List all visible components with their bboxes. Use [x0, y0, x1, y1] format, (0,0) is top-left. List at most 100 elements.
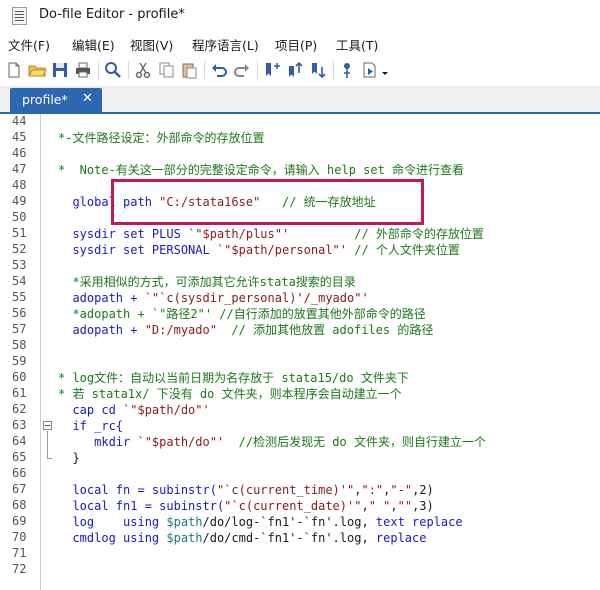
code-line[interactable]: }	[58, 450, 80, 466]
line-number: 63	[12, 418, 27, 432]
code-token: adopath +	[58, 291, 145, 305]
code-token: // 个人文件夹位置	[347, 243, 460, 257]
bookmark-toggle-icon[interactable]	[262, 60, 282, 80]
code-token: " "	[368, 499, 391, 513]
code-token: // 外部命令的存放位置	[289, 227, 484, 241]
toolbar-separator	[333, 61, 334, 79]
code-token: adopath +	[58, 323, 145, 337]
code-token: *adopath + `"路径2"' //自行添加的放置其他外部命令的路径	[58, 307, 426, 321]
menu-language[interactable]: 程序语言(L)	[192, 35, 259, 54]
print-icon[interactable]	[73, 60, 93, 80]
toolbar-separator	[128, 61, 129, 79]
code-line[interactable]: * log文件：自动以当前日期为名存放于 stata15/do 文件夹下	[58, 370, 409, 386]
line-number: 44	[12, 114, 27, 128]
cut-icon[interactable]	[133, 60, 153, 80]
code-token: * Note-有关这一部分的完整设定命令，请输入 help set 命令进行查看	[58, 163, 465, 177]
paste-icon[interactable]	[179, 60, 199, 80]
code-token: log using	[58, 515, 167, 529]
dropdown-arrow-icon[interactable]	[380, 60, 390, 80]
toolbar-separator	[257, 61, 258, 79]
bookmark-next-icon[interactable]	[308, 60, 328, 80]
line-number: 57	[12, 322, 27, 336]
code-line[interactable]: *-文件路径设定：外部命令的存放位置	[58, 130, 264, 146]
code-token: "`c(current_time)'"	[216, 483, 355, 497]
line-number: 65	[12, 450, 27, 464]
code-line[interactable]: *采用相似的方式，可添加其它允许stata搜索的目录	[58, 274, 356, 290]
new-file-icon[interactable]	[4, 60, 24, 80]
menu-file[interactable]: 文件(F)	[8, 35, 50, 54]
code-line[interactable]: * Note-有关这一部分的完整设定命令，请输入 help set 命令进行查看	[58, 162, 464, 178]
line-number: 64	[12, 434, 27, 448]
line-number: 51	[12, 226, 27, 240]
menu-tools[interactable]: 工具(T)	[336, 35, 378, 54]
show-file-icon[interactable]	[337, 60, 357, 80]
line-number: 70	[12, 530, 27, 544]
close-icon[interactable]: ✕	[82, 91, 93, 106]
code-line[interactable]: local fn1 = subinstr("`c(current_date)'"…	[58, 498, 433, 514]
code-token: * 若 stata1x/ 下没有 do 文件夹，则本程序会自动建立一个	[58, 387, 402, 401]
toolbar	[0, 56, 600, 86]
fold-guide	[47, 431, 48, 458]
menu-edit[interactable]: 编辑(E)	[72, 35, 115, 54]
code-line[interactable]: if _rc{	[58, 418, 123, 434]
code-token: local fn1 = subinstr(	[58, 499, 225, 513]
bookmark-prev-icon[interactable]	[285, 60, 305, 80]
code-line[interactable]: log using $path/do/log-`fn1'-`fn'.log, t…	[58, 514, 463, 530]
code-token: //检测后发现无 do 文件夹，则自行建立一个	[224, 435, 486, 449]
code-line[interactable]: sysdir set PERSONAL `"$path/personal"' /…	[58, 242, 460, 258]
fold-toggle-icon[interactable]	[43, 421, 52, 430]
line-number: 49	[12, 194, 27, 208]
code-token: *-文件路径设定：外部命令的存放位置	[58, 131, 265, 145]
line-number: 67	[12, 482, 27, 496]
code-token: cap cd	[58, 403, 124, 417]
tab-strip: profile* ✕	[0, 86, 600, 114]
code-line[interactable]: sysdir set PLUS `"$path/plus"' // 外部命令的存…	[58, 226, 484, 242]
tab-profile[interactable]: profile* ✕	[10, 88, 102, 112]
code-token: ":"	[361, 483, 384, 497]
do-file-editor-icon	[12, 7, 27, 25]
code-token: `"$path/personal"'	[216, 243, 347, 257]
toolbar-separator	[204, 61, 205, 79]
code-token: text replace	[375, 515, 463, 529]
undo-icon[interactable]	[209, 60, 229, 80]
code-token: "D:/myado"	[144, 323, 217, 337]
copy-icon[interactable]	[156, 60, 176, 80]
redo-icon[interactable]	[232, 60, 252, 80]
toolbar-separator	[98, 61, 99, 79]
code-line[interactable]: * 若 stata1x/ 下没有 do 文件夹，则本程序会自动建立一个	[58, 386, 402, 402]
code-line[interactable]: adopath + "D:/myado" // 添加其他放置 adofiles …	[58, 322, 433, 338]
line-number: 61	[12, 386, 27, 400]
title-bar: Do-file Editor - profile*	[0, 0, 600, 31]
line-number: 56	[12, 306, 27, 320]
code-token: "-"	[390, 483, 413, 497]
line-number: 53	[12, 258, 27, 272]
line-number: 55	[12, 290, 27, 304]
menu-bar: 文件(F) 编辑(E) 视图(V) 程序语言(L) 项目(P) 工具(T)	[0, 31, 600, 56]
code-token: `"`c(sysdir_personal)'/_myado"'	[144, 291, 369, 305]
line-number: 60	[12, 370, 27, 384]
code-token: }	[58, 451, 80, 465]
find-icon[interactable]	[103, 60, 123, 80]
code-line[interactable]: mkdir `"$path/do"' //检测后发现无 do 文件夹，则自行建立…	[58, 434, 486, 450]
code-line[interactable]: local fn = subinstr("`c(current_time)'",…	[58, 482, 433, 498]
code-line[interactable]: cap cd `"$path/do"'	[58, 402, 210, 418]
menu-project[interactable]: 项目(P)	[275, 35, 317, 54]
code-token: * log文件：自动以当前日期为名存放于 stata15/do 文件夹下	[58, 371, 409, 385]
code-line[interactable]: *adopath + `"路径2"' //自行添加的放置其他外部命令的路径	[58, 306, 426, 322]
code-token: sysdir set PERSONAL	[58, 243, 217, 257]
code-token: `"$path/do"'	[123, 403, 210, 417]
line-number: 66	[12, 466, 27, 480]
line-number: 48	[12, 178, 27, 192]
open-folder-icon[interactable]	[27, 60, 47, 80]
code-line[interactable]: adopath + `"`c(sysdir_personal)'/_myado"…	[58, 290, 369, 306]
code-line[interactable]: cmdlog using $path/do/cmd-`fn1'-`fn'.log…	[58, 530, 426, 546]
line-number: 58	[12, 338, 27, 352]
menu-view[interactable]: 视图(V)	[130, 35, 173, 54]
tab-label: profile*	[22, 92, 68, 107]
highlight-annotation-box	[111, 179, 424, 225]
save-icon[interactable]	[50, 60, 70, 80]
execute-icon[interactable]	[360, 60, 380, 80]
fold-margin	[41, 114, 54, 590]
code-token: *采用相似的方式，可添加其它允许stata搜索的目录	[58, 275, 356, 289]
code-token: $path	[166, 515, 203, 529]
